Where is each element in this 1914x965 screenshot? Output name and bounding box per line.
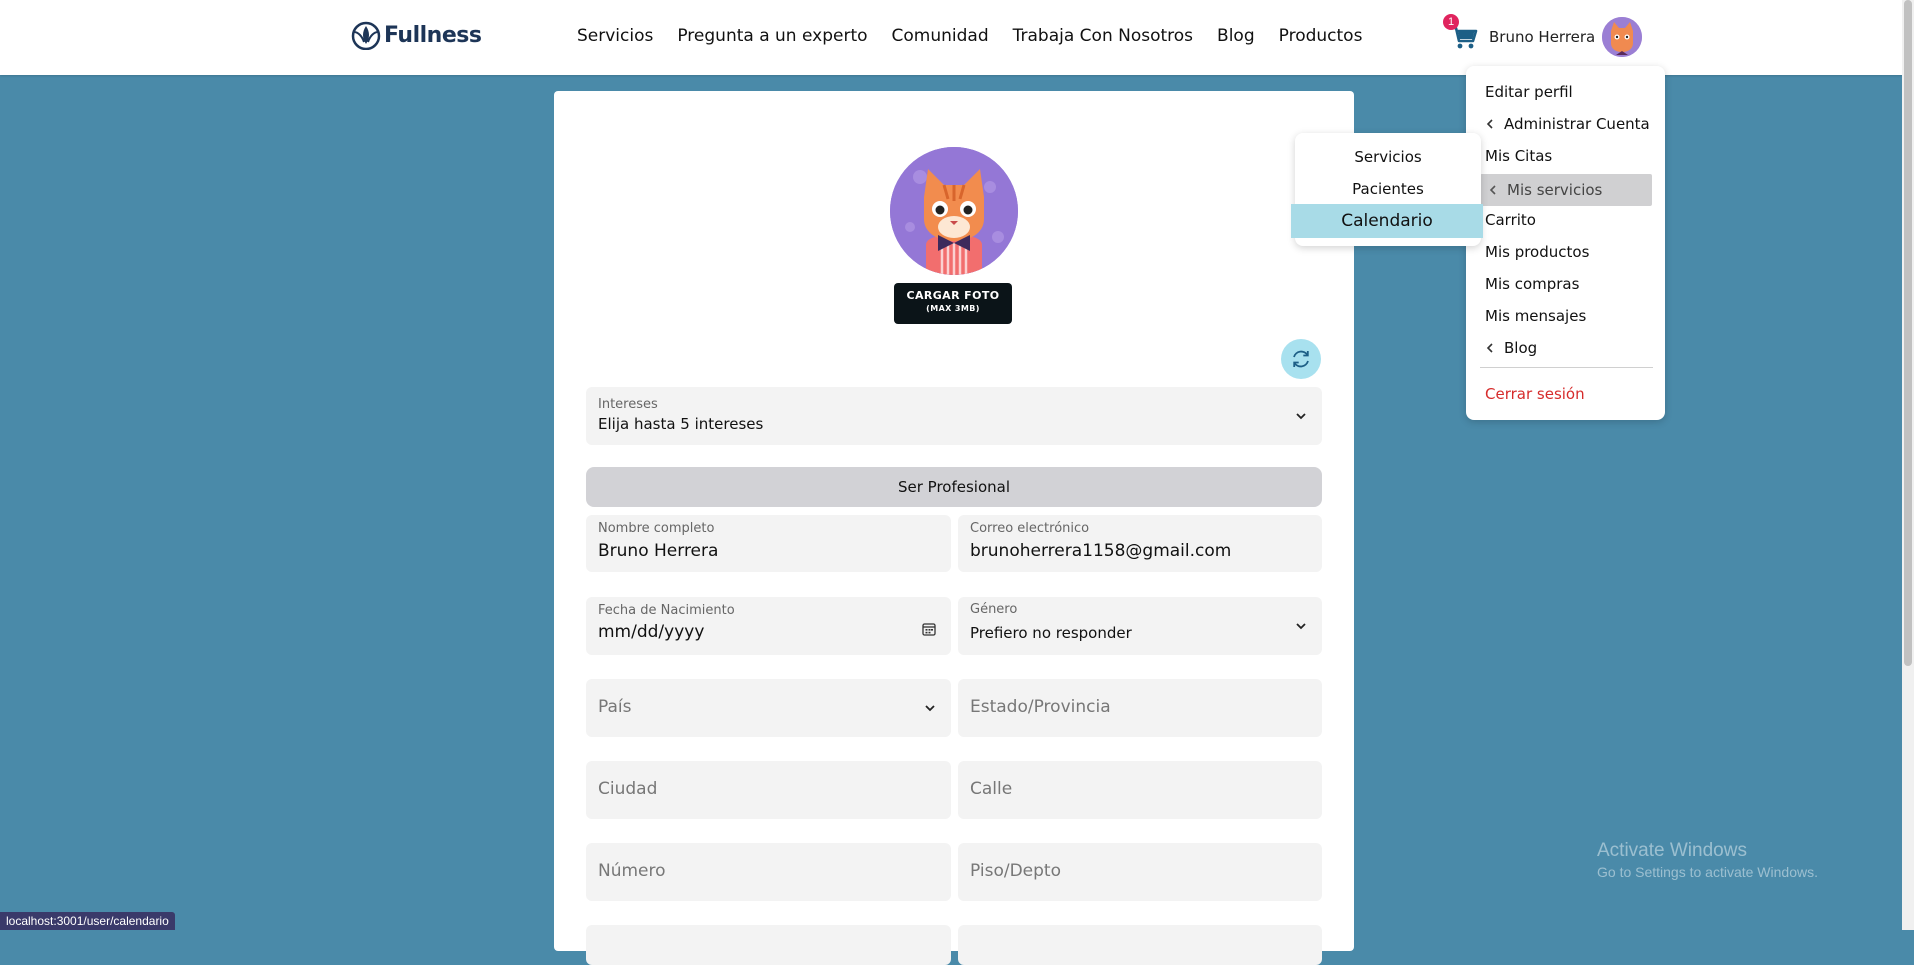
- cart-count-badge: 1: [1443, 14, 1459, 30]
- full-name-field[interactable]: Nombre completo Bruno Herrera: [586, 515, 951, 572]
- chevron-down-icon: [1296, 413, 1306, 420]
- birthdate-label: Fecha de Nacimiento: [598, 603, 735, 618]
- city-placeholder: Ciudad: [598, 779, 658, 799]
- profile-card: CARGAR FOTO (MAX 3MB) Intereses Elija ha…: [554, 91, 1354, 965]
- cat-avatar-icon: [890, 147, 1018, 275]
- state-placeholder: Estado/Provincia: [970, 697, 1111, 717]
- nav-item-blog[interactable]: Blog: [1217, 26, 1255, 46]
- chevron-down-icon: [1296, 623, 1306, 630]
- menu-item-administrar-cuenta[interactable]: Administrar Cuenta: [1466, 108, 1665, 140]
- extra-field-right[interactable]: [958, 925, 1322, 965]
- email-field[interactable]: Correo electrónico brunoherrera1158@gmai…: [958, 515, 1322, 572]
- user-name[interactable]: Bruno Herrera: [1489, 28, 1595, 46]
- birthdate-field[interactable]: Fecha de Nacimiento mm/dd/yyyy: [586, 597, 951, 655]
- menu-item-label: Mis servicios: [1507, 181, 1603, 199]
- street-field[interactable]: Calle: [958, 761, 1322, 819]
- menu-item-label: Mis Citas: [1485, 147, 1553, 165]
- floor-placeholder: Piso/Depto: [970, 861, 1061, 881]
- menu-item-mis-citas[interactable]: Mis Citas: [1466, 140, 1665, 172]
- windows-watermark-title: Activate Windows: [1597, 840, 1747, 861]
- menu-item-cerrar-sesion[interactable]: Cerrar sesión: [1466, 378, 1665, 410]
- email-value: brunoherrera1158@gmail.com: [970, 541, 1232, 561]
- chevron-left-icon: [1486, 119, 1493, 129]
- calendar-icon[interactable]: [922, 622, 936, 636]
- submenu-item-calendario[interactable]: Calendario: [1291, 204, 1483, 238]
- state-field[interactable]: Estado/Provincia: [958, 679, 1322, 737]
- menu-item-label: Cerrar sesión: [1485, 385, 1585, 403]
- refresh-button[interactable]: [1281, 339, 1321, 379]
- be-professional-button[interactable]: Ser Profesional: [586, 467, 1322, 507]
- page-scrollbar[interactable]: [1902, 0, 1914, 930]
- menu-item-label: Administrar Cuenta: [1504, 115, 1650, 133]
- menu-item-label: Editar perfil: [1485, 83, 1573, 101]
- interests-value: Elija hasta 5 intereses: [598, 415, 764, 433]
- nav-item-servicios[interactable]: Servicios: [577, 26, 653, 46]
- submenu-item-servicios[interactable]: Servicios: [1295, 141, 1481, 173]
- menu-item-blog[interactable]: Blog: [1466, 332, 1665, 364]
- scrollbar-thumb[interactable]: [1904, 0, 1912, 666]
- status-bar-url: localhost:3001/user/calendario: [0, 912, 175, 930]
- chevron-down-icon: [925, 705, 935, 712]
- menu-divider: [1480, 367, 1653, 368]
- logo-text: Fullness: [384, 22, 482, 48]
- menu-item-label: Mis compras: [1485, 275, 1580, 293]
- nav-item-trabaja[interactable]: Trabaja Con Nosotros: [1013, 26, 1193, 46]
- interests-select[interactable]: Intereses Elija hasta 5 intereses: [586, 387, 1322, 445]
- chevron-left-icon: [1486, 343, 1493, 353]
- gender-value: Prefiero no responder: [970, 624, 1132, 642]
- upload-photo-hint: (MAX 3MB): [926, 304, 980, 313]
- menu-item-label: Blog: [1504, 339, 1538, 357]
- user-avatar[interactable]: [1602, 17, 1642, 57]
- number-placeholder: Número: [598, 861, 666, 881]
- menu-item-mis-compras[interactable]: Mis compras: [1466, 268, 1665, 300]
- nav-item-productos[interactable]: Productos: [1279, 26, 1363, 46]
- main-nav: Servicios Pregunta a un experto Comunida…: [577, 26, 1362, 46]
- extra-field-left[interactable]: [586, 925, 951, 965]
- menu-item-label: Carrito: [1485, 211, 1536, 229]
- menu-item-editar-perfil[interactable]: Editar perfil: [1466, 76, 1665, 108]
- refresh-icon: [1293, 350, 1309, 368]
- country-placeholder: País: [598, 697, 632, 717]
- services-submenu: Servicios Pacientes Calendario: [1291, 133, 1483, 246]
- lotus-logo-icon: [351, 21, 381, 50]
- interests-label: Intereses: [598, 397, 658, 412]
- cat-avatar-icon: [1602, 17, 1642, 57]
- nav-item-pregunta-experto[interactable]: Pregunta a un experto: [677, 26, 867, 46]
- gender-label: Género: [970, 602, 1018, 617]
- gender-select[interactable]: Género Prefiero no responder: [958, 597, 1322, 655]
- birthdate-value: mm/dd/yyyy: [598, 622, 705, 642]
- menu-item-mis-productos[interactable]: Mis productos: [1466, 236, 1665, 268]
- country-select[interactable]: País: [586, 679, 951, 737]
- menu-item-carrito[interactable]: Carrito: [1466, 204, 1665, 236]
- user-dropdown-menu: Editar perfil Administrar Cuenta Mis Cit…: [1466, 66, 1665, 420]
- full-name-label: Nombre completo: [598, 521, 715, 536]
- chevron-left-icon: [1489, 185, 1496, 195]
- nav-item-comunidad[interactable]: Comunidad: [892, 26, 989, 46]
- street-placeholder: Calle: [970, 779, 1013, 799]
- upload-photo-label: CARGAR FOTO: [906, 289, 1000, 302]
- menu-item-label: Mis productos: [1485, 243, 1590, 261]
- city-field[interactable]: Ciudad: [586, 761, 951, 819]
- menu-item-mis-mensajes[interactable]: Mis mensajes: [1466, 300, 1665, 332]
- logo[interactable]: Fullness: [350, 20, 482, 50]
- menu-item-label: Mis mensajes: [1485, 307, 1587, 325]
- number-field[interactable]: Número: [586, 843, 951, 901]
- full-name-value: Bruno Herrera: [598, 541, 719, 561]
- top-header: Fullness Servicios Pregunta a un experto…: [0, 0, 1914, 75]
- upload-photo-button[interactable]: CARGAR FOTO (MAX 3MB): [894, 283, 1012, 324]
- profile-avatar: [890, 147, 1018, 275]
- email-label: Correo electrónico: [970, 521, 1090, 536]
- menu-item-mis-servicios[interactable]: Mis servicios: [1480, 174, 1652, 206]
- submenu-item-pacientes[interactable]: Pacientes: [1295, 173, 1481, 205]
- floor-field[interactable]: Piso/Depto: [958, 843, 1322, 901]
- windows-watermark-subtitle: Go to Settings to activate Windows.: [1597, 864, 1818, 880]
